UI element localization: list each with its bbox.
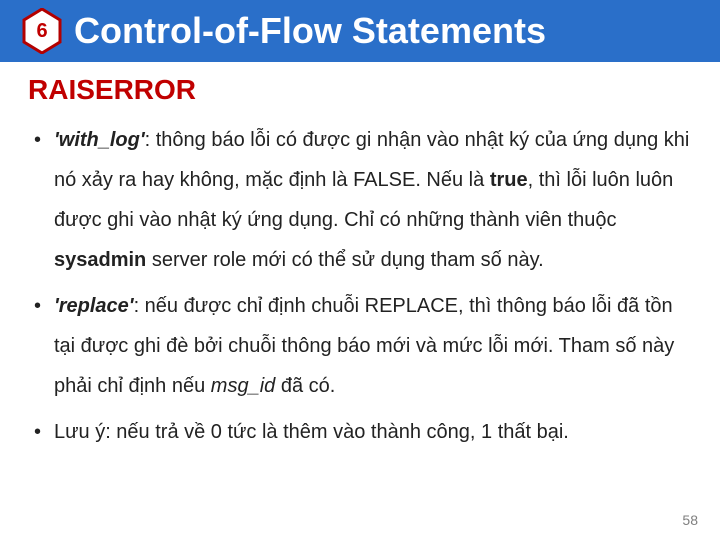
slide-body: RAISERROR 'with_log': thông báo lỗi có đ…	[0, 62, 720, 452]
title-bar: 6 Control-of-Flow Statements	[0, 0, 720, 62]
page-number: 58	[682, 512, 698, 528]
bullet-lead: 'replace'	[54, 295, 134, 317]
bullet-text: server role mới có thể sử dụng tham số n…	[146, 249, 543, 271]
bullet-item: 'with_log': thông báo lỗi có được gi nhậ…	[34, 120, 692, 280]
slide: 6 Control-of-Flow Statements RAISERROR '…	[0, 0, 720, 540]
slide-title: Control-of-Flow Statements	[74, 10, 546, 52]
section-badge: 6	[22, 8, 62, 54]
bullet-text: đã có.	[275, 375, 335, 397]
bullet-item: Lưu ý: nếu trả về 0 tức là thêm vào thàn…	[34, 412, 692, 452]
bullet-text: : nếu được chỉ định chuỗi REPLACE, thì t…	[54, 295, 674, 397]
section-number: 6	[36, 20, 47, 43]
bullet-bold: true	[490, 169, 528, 191]
bullet-item: 'replace': nếu được chỉ định chuỗi REPLA…	[34, 286, 692, 406]
bullet-lead: 'with_log'	[54, 129, 145, 151]
bullet-list: 'with_log': thông báo lỗi có được gi nhậ…	[28, 120, 692, 452]
bullet-bold: sysadmin	[54, 249, 146, 271]
bullet-italic: msg_id	[211, 375, 275, 397]
subheading: RAISERROR	[28, 74, 692, 106]
bullet-text: Lưu ý: nếu trả về 0 tức là thêm vào thàn…	[54, 421, 569, 443]
